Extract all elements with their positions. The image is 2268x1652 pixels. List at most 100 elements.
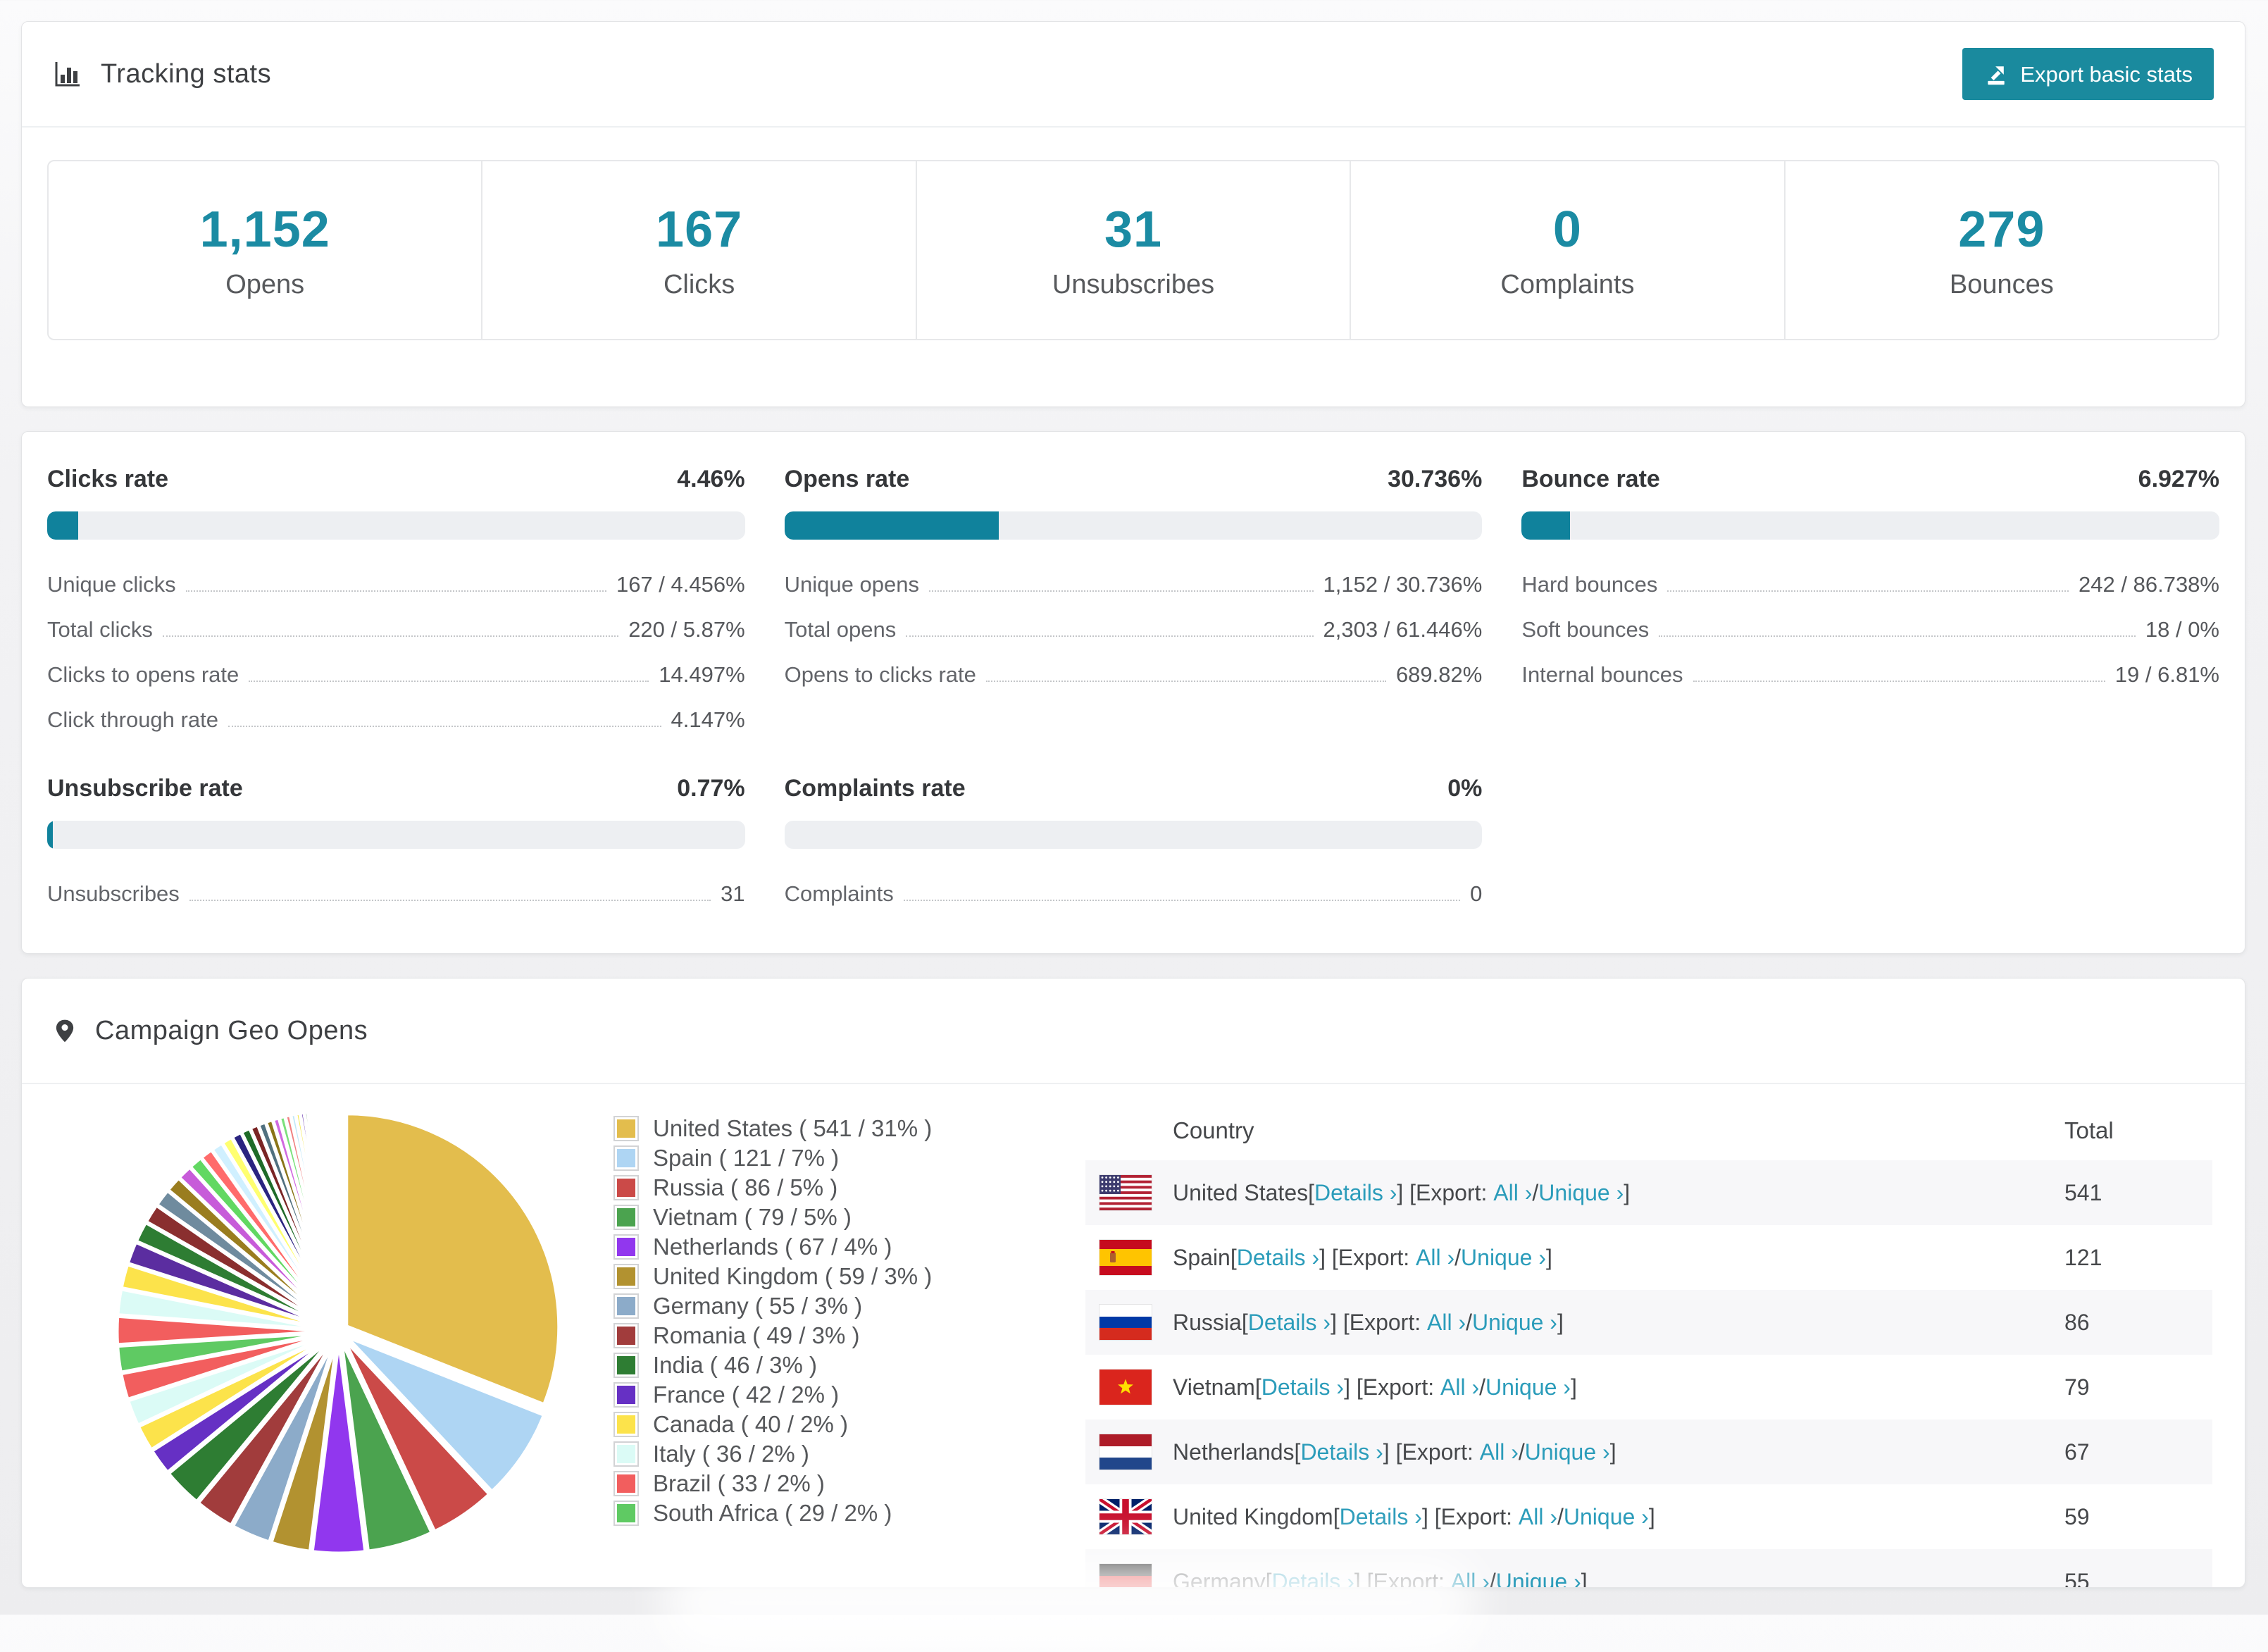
geo-country-cell: Vietnam [Details ›] [Export: All › / Uni… xyxy=(1099,1369,2064,1405)
metric-row: Click through rate 4.147% xyxy=(47,697,745,743)
legend-item-vietnam[interactable]: Vietnam ( 79 / 5% ) xyxy=(613,1203,1043,1232)
geo-table-row-de: Germany [Details ›] [Export: All › / Uni… xyxy=(1085,1549,2212,1588)
geo-table-row-es: Spain [Details ›] [Export: All › / Uniqu… xyxy=(1085,1225,2212,1290)
bracket-text: Export: xyxy=(1338,1244,1416,1270)
export-basic-stats-button[interactable]: Export basic stats xyxy=(1962,48,2214,100)
pie-slice-other[interactable] xyxy=(336,1107,340,1324)
bracket-text: ] xyxy=(1648,1503,1655,1529)
details-link[interactable]: Details › xyxy=(1340,1504,1422,1530)
country-name: Spain xyxy=(1173,1244,1230,1270)
legend-swatch xyxy=(613,1353,639,1378)
bracket-text: ] xyxy=(1624,1179,1631,1205)
stat-value: 279 xyxy=(1958,201,2045,258)
stat-value: 31 xyxy=(1104,201,1163,258)
metric-label: Clicks to opens rate xyxy=(47,662,239,687)
rate-progress-fill xyxy=(784,511,999,540)
export-unique-link[interactable]: Unique › xyxy=(1564,1504,1649,1530)
legend-item-france[interactable]: France ( 42 / 2% ) xyxy=(613,1380,1043,1410)
metric-row: Complaints 0 xyxy=(785,871,1483,917)
geo-table-row-gb: United Kingdom [Details ›] [Export: All … xyxy=(1085,1484,2212,1549)
export-button-label: Export basic stats xyxy=(2020,61,2193,87)
legend-item-united-kingdom[interactable]: United Kingdom ( 59 / 3% ) xyxy=(613,1262,1043,1291)
legend-item-south-africa[interactable]: South Africa ( 29 / 2% ) xyxy=(613,1498,1043,1528)
export-all-link[interactable]: All › xyxy=(1416,1245,1454,1271)
details-link[interactable]: Details › xyxy=(1248,1310,1331,1336)
details-link[interactable]: Details › xyxy=(1314,1180,1397,1206)
metric-label: Opens to clicks rate xyxy=(784,662,976,687)
legend-item-united-states[interactable]: United States ( 541 / 31% ) xyxy=(613,1114,1043,1143)
stat-label: Clicks xyxy=(663,269,735,299)
rate-metrics: Unique clicks 167 / 4.456% Total clicks 220… xyxy=(47,562,745,743)
legend-item-spain[interactable]: Spain ( 121 / 7% ) xyxy=(613,1143,1043,1173)
legend-item-india[interactable]: India ( 46 / 3% ) xyxy=(613,1350,1043,1380)
bracket-text: / xyxy=(1454,1244,1462,1270)
details-link[interactable]: Details › xyxy=(1261,1374,1344,1401)
metric-label: Unique opens xyxy=(784,572,919,597)
geo-table-row-us: United States [Details ›] [Export: All ›… xyxy=(1085,1160,2212,1225)
bracket-text: ] [ xyxy=(1354,1568,1373,1588)
campaign-geo-opens-card: Campaign Geo Opens United States ( 541 /… xyxy=(21,978,2245,1588)
rate-progress-bar xyxy=(47,821,745,849)
bracket-text: / xyxy=(1466,1309,1472,1335)
legend-item-canada[interactable]: Canada ( 40 / 2% ) xyxy=(613,1410,1043,1439)
legend-label: Germany ( 55 / 3% ) xyxy=(653,1293,863,1319)
dotted-leader xyxy=(189,900,711,901)
rate-progress-fill xyxy=(47,511,79,540)
export-all-link[interactable]: All › xyxy=(1480,1439,1519,1465)
rate-opens-rate: Opens rate 30.736% Unique opens 1,152 / 30.… xyxy=(784,466,1483,743)
bracket-text: ] [ xyxy=(1331,1309,1350,1335)
legend-item-italy[interactable]: Italy ( 36 / 2% ) xyxy=(613,1439,1043,1469)
bracket-text: ] [ xyxy=(1319,1244,1338,1270)
export-all-link[interactable]: All › xyxy=(1519,1504,1557,1530)
rate-value: 0.77% xyxy=(677,775,745,802)
geo-country-cell: Germany [Details ›] [Export: All › / Uni… xyxy=(1099,1563,2064,1588)
export-unique-link[interactable]: Unique › xyxy=(1538,1180,1624,1206)
export-unique-link[interactable]: Unique › xyxy=(1525,1439,1610,1465)
details-link[interactable]: Details › xyxy=(1271,1569,1354,1588)
bracket-text: [ xyxy=(1265,1568,1272,1588)
export-all-link[interactable]: All › xyxy=(1451,1569,1490,1588)
geo-total-cell: 86 xyxy=(2064,1309,2090,1335)
geo-table-row-ru: Russia [Details ›] [Export: All › / Uniq… xyxy=(1085,1290,2212,1355)
dotted-leader xyxy=(1667,590,2069,592)
export-unique-link[interactable]: Unique › xyxy=(1485,1374,1571,1401)
legend-label: Romania ( 49 / 3% ) xyxy=(653,1322,860,1348)
rate-progress-bar xyxy=(784,511,1483,540)
rate-metrics: Hard bounces 242 / 86.738% Soft bounces 18 … xyxy=(1521,562,2219,697)
export-unique-link[interactable]: Unique › xyxy=(1461,1245,1546,1271)
country-name: Russia xyxy=(1173,1309,1242,1335)
legend-swatch xyxy=(613,1441,639,1467)
export-unique-link[interactable]: Unique › xyxy=(1496,1569,1581,1588)
geo-table-header: Country Total xyxy=(1085,1101,2212,1160)
geo-country-cell: Russia [Details ›] [Export: All › / Uniq… xyxy=(1099,1304,2064,1341)
legend-item-brazil[interactable]: Brazil ( 33 / 2% ) xyxy=(613,1469,1043,1498)
bracket-text: [ xyxy=(1333,1503,1340,1529)
legend-item-russia[interactable]: Russia ( 86 / 5% ) xyxy=(613,1173,1043,1203)
metric-value: 0 xyxy=(1470,881,1483,906)
metric-value: 2,303 / 61.446% xyxy=(1323,617,1483,642)
metric-value: 4.147% xyxy=(671,707,745,732)
legend-item-romania[interactable]: Romania ( 49 / 3% ) xyxy=(613,1321,1043,1350)
rate-metrics: Complaints 0 xyxy=(785,871,1483,917)
rate-progress-fill xyxy=(1521,511,1570,540)
dotted-leader xyxy=(903,900,1461,901)
export-all-link[interactable]: All › xyxy=(1493,1180,1532,1206)
export-unique-link[interactable]: Unique › xyxy=(1472,1310,1557,1336)
legend-label: Russia ( 86 / 5% ) xyxy=(653,1174,838,1200)
metric-label: Soft bounces xyxy=(1521,617,1650,642)
export-all-link[interactable]: All › xyxy=(1440,1374,1479,1401)
export-all-link[interactable]: All › xyxy=(1427,1310,1466,1336)
details-link[interactable]: Details › xyxy=(1237,1245,1319,1271)
metric-label: Complaints xyxy=(784,881,894,906)
legend-item-germany[interactable]: Germany ( 55 / 3% ) xyxy=(613,1291,1043,1321)
metric-row: Clicks to opens rate 14.497% xyxy=(47,652,745,697)
bracket-text: ] [ xyxy=(1383,1439,1402,1465)
legend-item-netherlands[interactable]: Netherlands ( 67 / 4% ) xyxy=(613,1232,1043,1262)
dotted-leader xyxy=(928,590,1314,592)
rate-name: Complaints rate xyxy=(784,775,966,802)
rate-progress-fill xyxy=(47,821,53,849)
stat-value: 167 xyxy=(656,201,743,258)
details-link[interactable]: Details › xyxy=(1300,1439,1383,1465)
rate-unsubscribe-rate: Unsubscribe rate 0.77% Unsubscribes 31 xyxy=(47,775,745,917)
metric-value: 31 xyxy=(721,881,745,906)
